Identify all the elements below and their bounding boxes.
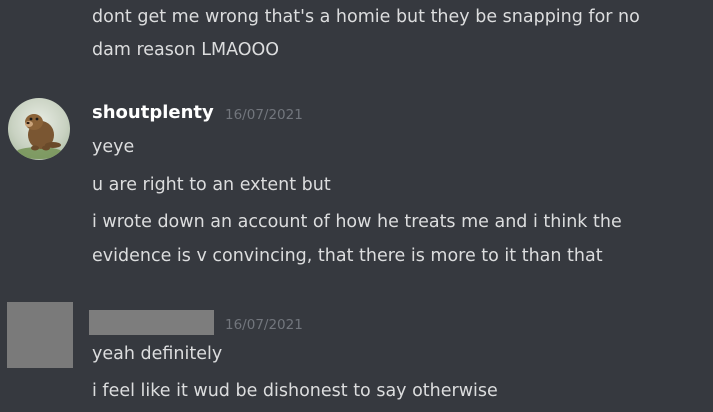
message-line: yeah definitely [92, 344, 223, 364]
message-line: i feel like it wud be dishonest to say o… [92, 381, 498, 401]
message-line: i wrote down an account of how he treats… [92, 212, 622, 232]
message-timestamp[interactable]: 16/07/2021 [225, 105, 303, 125]
message-line: dont get me wrong that's a homie but the… [92, 7, 640, 27]
otter-avatar-icon[interactable] [8, 98, 70, 160]
username[interactable]: shoutplenty [92, 100, 214, 126]
message-line: evidence is v convincing, that there is … [92, 246, 603, 266]
redacted-avatar[interactable] [7, 302, 73, 368]
chat-log: dont get me wrong that's a homie but the… [0, 0, 713, 412]
message-line: u are right to an extent but [92, 175, 331, 195]
message-timestamp[interactable]: 16/07/2021 [225, 315, 303, 335]
redacted-username[interactable] [89, 310, 214, 335]
message-line: yeye [92, 137, 135, 157]
message-line: dam reason LMAOOO [92, 40, 280, 60]
